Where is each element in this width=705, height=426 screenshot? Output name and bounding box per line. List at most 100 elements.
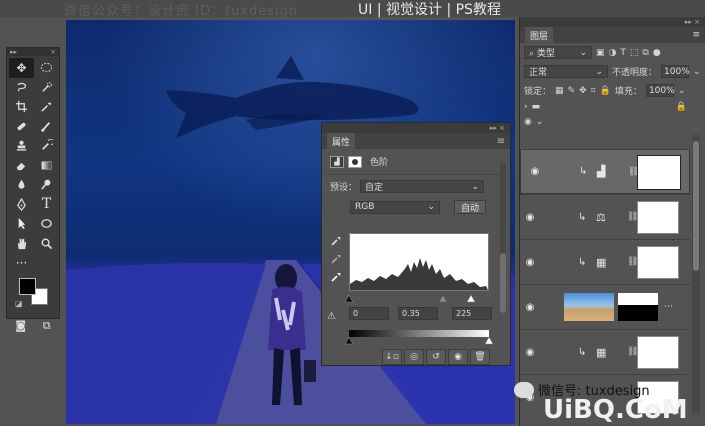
lock-pixels-icon[interactable]: ✎ [568, 86, 576, 96]
filter-shape-icon[interactable]: ⬚ [630, 48, 639, 58]
levels-icon[interactable]: ▟ [330, 155, 344, 168]
eye-icon[interactable]: ◉ [520, 212, 540, 223]
layer-mask-thumbnail[interactable] [637, 201, 679, 234]
layer-filter-dropdown[interactable]: ⌕ 类型 ⌄ [524, 46, 592, 59]
path-select-icon[interactable] [9, 214, 34, 234]
hand-tool-icon[interactable] [9, 234, 34, 254]
trash-icon[interactable]: 🗑 [470, 349, 490, 365]
filter-toggle-icon[interactable]: ● [653, 48, 661, 58]
eye-icon[interactable]: ◉ [520, 257, 540, 268]
fill-field[interactable]: 100% [645, 84, 675, 97]
eye-icon[interactable]: ◉ [524, 117, 532, 127]
layer-adjustment-4[interactable]: ◉ ↳ ▦ ⛓ [520, 329, 690, 374]
eye-icon[interactable]: ◉ [520, 347, 540, 358]
clone-stamp-icon[interactable] [9, 136, 34, 156]
layer-photo[interactable]: ◉ ⛓ ⋯ [520, 284, 690, 329]
view-previous-icon[interactable]: ◎ [404, 349, 424, 365]
lasso-tool-icon[interactable] [9, 78, 34, 98]
input-black-value[interactable]: 0 [349, 307, 389, 320]
blend-mode-value: 正常 [529, 68, 548, 78]
default-colors-icon[interactable]: ◪ [15, 299, 23, 308]
ellipse-tool-icon[interactable] [34, 214, 59, 234]
adjustment-grid-icon: ▦ [596, 255, 607, 269]
adjustment-grid-icon: ▦ [596, 345, 607, 359]
gray-input-handle [438, 294, 448, 303]
crop-tool-icon[interactable] [9, 97, 34, 117]
chevron-down-icon[interactable]: ⌄ [536, 117, 544, 127]
reset-icon[interactable]: ↺ [426, 349, 446, 365]
auto-button[interactable]: 自动 [454, 200, 487, 214]
mask-icon[interactable] [348, 155, 362, 168]
properties-scrollbar[interactable] [500, 163, 506, 313]
marquee-tool-icon[interactable] [34, 58, 59, 78]
clip-to-layer-icon[interactable]: ↓▫ [382, 349, 402, 365]
move-tool-icon[interactable]: ✥ [9, 58, 34, 78]
healing-brush-icon[interactable] [9, 117, 34, 137]
zoom-tool-icon[interactable] [34, 234, 59, 254]
brush-tool-icon[interactable] [34, 117, 59, 137]
filter-type-icon[interactable]: T [620, 48, 626, 58]
input-levels-slider[interactable] [345, 293, 495, 303]
eraser-icon[interactable] [9, 156, 34, 176]
layer-curves[interactable]: ◉ ↳ ▦ ⛓ [520, 239, 690, 284]
layer-mask-thumbnail[interactable] [637, 155, 681, 190]
tab-layers[interactable]: 图层 [525, 26, 554, 44]
output-levels-slider[interactable] [345, 336, 495, 345]
type-tool-icon[interactable]: T [34, 195, 59, 215]
tool-grid: ✥ T ··· [7, 56, 59, 273]
clip-warning-icon[interactable]: ⚠ [327, 311, 336, 322]
black-point-eyedropper-icon[interactable] [330, 235, 342, 247]
filter-smart-icon[interactable]: ⧉ [642, 48, 648, 58]
input-gamma-value[interactable]: 0.35 [398, 307, 438, 320]
opacity-field[interactable]: 100% [661, 65, 690, 78]
blur-tool-icon[interactable] [9, 175, 34, 195]
eye-icon[interactable]: ◉ [520, 302, 540, 313]
visibility-icon[interactable]: ◉ [448, 349, 468, 365]
layer-color-balance[interactable]: ◉ ↳ ⚖ ⛓ [520, 194, 690, 239]
layers-scrollbar[interactable] [692, 135, 700, 413]
tab-properties[interactable]: 属性 [327, 132, 356, 150]
eye-icon[interactable]: ◉ [525, 166, 545, 177]
preset-dropdown[interactable]: 自定 ⌄ [360, 180, 484, 193]
layers-scroll-thumb[interactable] [693, 141, 699, 271]
history-brush-icon[interactable] [34, 136, 59, 156]
layer-levels[interactable]: ◉ ↳ ▟ ⛓ [520, 149, 690, 194]
mask-thumbnail[interactable] [618, 293, 658, 321]
properties-panel-grip[interactable]: ▸▸ × [322, 123, 510, 133]
quick-select-icon[interactable] [34, 78, 59, 98]
toolbox-grip[interactable]: ▸▸ × [7, 48, 59, 56]
chevron-down-icon[interactable]: ⌄ [678, 86, 686, 96]
group-row[interactable]: › ▬ 🔒 [520, 100, 705, 114]
quick-mask-icon[interactable]: ◙ [15, 319, 26, 333]
gray-point-eyedropper-icon[interactable] [330, 253, 342, 265]
layer-mask-thumbnail[interactable] [637, 246, 679, 279]
properties-scroll-thumb[interactable] [500, 253, 506, 313]
photo-thumbnail[interactable] [564, 293, 614, 321]
screen-mode-icon[interactable]: ⧉ [43, 319, 51, 333]
dodge-tool-icon[interactable] [34, 175, 59, 195]
lock-artboard-icon[interactable]: ⌗ [591, 86, 596, 96]
chevron-down-icon[interactable]: ⌄ [693, 67, 701, 77]
lock-all-icon[interactable]: 🔒 [600, 86, 611, 96]
more-tools-icon[interactable]: ··· [9, 253, 34, 273]
layers-panel-grip[interactable]: ▸▸ × [520, 17, 705, 27]
expanded-group-row[interactable]: ◉ ⌄ [520, 114, 705, 130]
preset-label: 预设： [330, 183, 358, 193]
channel-dropdown[interactable]: RGB ⌄ [350, 200, 440, 214]
lock-position-icon[interactable]: ✥ [579, 86, 587, 96]
layer-mask-thumbnail[interactable] [637, 336, 679, 369]
filter-pixel-icon[interactable]: ▣ [596, 48, 605, 58]
panel-menu-icon[interactable]: ≡ [497, 136, 505, 147]
white-point-eyedropper-icon[interactable] [330, 271, 342, 283]
chevron-right-icon[interactable]: › [524, 102, 528, 112]
blend-mode-dropdown[interactable]: 正常 ⌄ [524, 65, 608, 78]
lock-transparent-icon[interactable]: ▦ [555, 86, 564, 96]
panel-menu-icon[interactable]: ≡ [692, 30, 700, 40]
gradient-tool-icon[interactable] [34, 156, 59, 176]
eyedropper-icon[interactable] [34, 97, 59, 117]
eyedropper-group [330, 235, 342, 283]
pen-tool-icon[interactable] [9, 195, 34, 215]
filter-adjustment-icon[interactable]: ◑ [609, 48, 617, 58]
input-white-value[interactable]: 225 [452, 307, 492, 320]
foreground-color-swatch[interactable] [19, 277, 36, 295]
